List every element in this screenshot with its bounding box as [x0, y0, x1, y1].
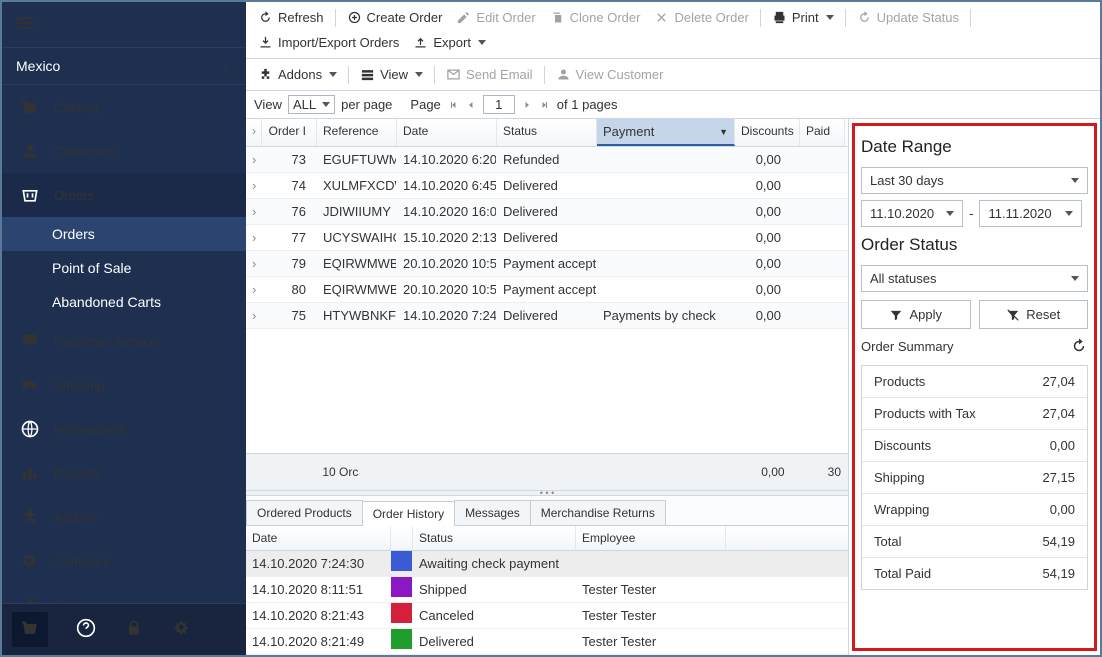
col-payment[interactable]: Payment▼ (All) (Custom...) Bank transfer…	[597, 119, 735, 146]
col-expand[interactable]: ›	[246, 119, 262, 146]
edit-order-button: Edit Order	[450, 6, 541, 29]
sidebar-bottom-bar	[2, 603, 246, 655]
update-status-button: Update Status	[851, 6, 965, 29]
create-order-button[interactable]: Create Order	[341, 6, 449, 29]
col-date[interactable]: Date	[397, 119, 497, 146]
sidebar-sub-item[interactable]: Point of Sale	[2, 251, 246, 285]
sidebar-item-customers[interactable]: Customers	[2, 129, 246, 173]
summary-row: Discounts0,00	[862, 430, 1087, 462]
send-email-button: Send Email	[440, 63, 538, 86]
date-from[interactable]: 11.10.2020	[861, 200, 963, 227]
history-row[interactable]: 14.10.2020 8:21:49DeliveredTester Tester	[246, 629, 848, 655]
order-summary-heading: Order Summary	[861, 337, 1088, 355]
pager: View ALL per page Page of 1 pages	[246, 91, 1100, 119]
sidebar: Mexico Catalog Customers Orders OrdersPo…	[2, 2, 246, 655]
page-size-select[interactable]: ALL	[288, 95, 335, 114]
table-row[interactable]: ›75HTYWBNKFT14.10.2020 7:24:29DeliveredP…	[246, 303, 848, 329]
detail-tab[interactable]: Ordered Products	[246, 500, 363, 525]
detail-tab[interactable]: Merchandise Returns	[530, 500, 666, 525]
date-range-select[interactable]: Last 30 days	[861, 167, 1088, 194]
summary-row: Products27,04	[862, 366, 1087, 398]
sidebar-item-tools[interactable]: Tools	[2, 583, 246, 603]
grid-body: ›73EGUFTUWMF14.10.2020 6:20:37Refunded0,…	[246, 147, 848, 329]
order-status-heading: Order Status	[861, 235, 1088, 255]
archive-icon[interactable]	[12, 612, 48, 647]
date-to[interactable]: 11.11.2020	[979, 200, 1081, 227]
col-discounts[interactable]: Discounts	[735, 119, 800, 146]
reset-button[interactable]: Reset	[979, 300, 1089, 329]
page-input[interactable]	[483, 95, 515, 114]
sidebar-sub-item[interactable]: Orders	[2, 217, 246, 251]
col-status[interactable]: Status	[497, 119, 597, 146]
sidebar-item-international[interactable]: International	[2, 407, 246, 451]
next-page-icon[interactable]	[521, 99, 533, 111]
table-row[interactable]: ›79EQIRWMWB20.10.2020 10:55:27Payment ac…	[246, 251, 848, 277]
table-row[interactable]: ›80EQIRWMWB20.10.2020 10:55:27Payment ac…	[246, 277, 848, 303]
summary-row: Total Paid54,19	[862, 558, 1087, 589]
refresh-summary-icon[interactable]	[1070, 337, 1088, 355]
status-select[interactable]: All statuses	[861, 265, 1088, 292]
right-panel: Date Range Last 30 days 11.10.2020 - 11.…	[848, 119, 1100, 655]
prev-page-icon[interactable]	[465, 99, 477, 111]
first-page-icon[interactable]	[447, 99, 459, 111]
lock-icon[interactable]	[124, 618, 144, 641]
col-paid[interactable]: Paid	[800, 119, 845, 146]
last-page-icon[interactable]	[539, 99, 551, 111]
sidebar-sub-item[interactable]: Abandoned Carts	[2, 285, 246, 319]
sidebar-item-configure[interactable]: Configure	[2, 539, 246, 583]
delete-order-button: Delete Order	[648, 6, 754, 29]
table-row[interactable]: ›77UCYSWAIHO15.10.2020 2:13:38Delivered0…	[246, 225, 848, 251]
grid-header: › Order I Reference Date Status Payment▼…	[246, 119, 848, 147]
summary-table: Products27,04Products with Tax27,04Disco…	[861, 365, 1088, 590]
grid-footer: 10 Orc 0,00 30	[246, 453, 848, 490]
detail-tab[interactable]: Order History	[362, 501, 455, 526]
filter-icon: ▼	[719, 127, 728, 137]
region-label: Mexico	[16, 58, 60, 74]
history-row[interactable]: 14.10.2020 7:24:30Awaiting check payment	[246, 551, 848, 577]
refresh-button[interactable]: Refresh	[252, 6, 330, 29]
table-row[interactable]: ›76JDIWIIUMY14.10.2020 16:03:14Delivered…	[246, 199, 848, 225]
export-button[interactable]: Export	[407, 31, 492, 54]
gear-icon[interactable]	[172, 618, 192, 641]
detail-tabs: Ordered ProductsOrder HistoryMessagesMer…	[246, 496, 848, 526]
sidebar-item-customer-service[interactable]: Customer Service	[2, 319, 246, 363]
sidebar-item-catalog[interactable]: Catalog	[2, 85, 246, 129]
summary-row: Wrapping0,00	[862, 494, 1087, 526]
history-row[interactable]: 14.10.2020 8:11:51ShippedTester Tester	[246, 577, 848, 603]
history-row[interactable]: 14.10.2020 8:21:43CanceledTester Tester	[246, 603, 848, 629]
clone-order-button: Clone Order	[544, 6, 647, 29]
view-customer-button: View Customer	[550, 63, 670, 86]
detail-tab[interactable]: Messages	[454, 500, 531, 525]
date-range-heading: Date Range	[861, 137, 1088, 157]
print-button[interactable]: Print	[766, 6, 840, 29]
detail-grid-header: Date Status Employee	[246, 526, 848, 551]
menu-toggle[interactable]	[2, 2, 246, 48]
summary-row: Products with Tax27,04	[862, 398, 1087, 430]
summary-row: Shipping27,15	[862, 462, 1087, 494]
view-button[interactable]: View	[354, 63, 429, 86]
sidebar-item-addons[interactable]: Addons	[2, 495, 246, 539]
help-icon[interactable]	[76, 618, 96, 641]
col-reference[interactable]: Reference	[317, 119, 397, 146]
import-export-button[interactable]: Import/Export Orders	[252, 31, 405, 54]
summary-row: Total54,19	[862, 526, 1087, 558]
table-row[interactable]: ›74XULMFXCDW14.10.2020 6:45:08Delivered0…	[246, 173, 848, 199]
sidebar-item-orders[interactable]: Orders	[2, 173, 246, 217]
apply-button[interactable]: Apply	[861, 300, 971, 329]
detail-grid-body: 14.10.2020 7:24:30Awaiting check payment…	[246, 551, 848, 655]
col-order-id[interactable]: Order I	[262, 119, 317, 146]
sidebar-item-reports[interactable]: Reports	[2, 451, 246, 495]
sidebar-item-shipping[interactable]: Shipping	[2, 363, 246, 407]
toolbar-primary: Refresh Create Order Edit Order Clone Or…	[246, 2, 1100, 59]
addons-button[interactable]: Addons	[252, 63, 343, 86]
toolbar-secondary: Addons View Send Email View Customer	[246, 59, 1100, 91]
region-selector[interactable]: Mexico	[2, 48, 246, 85]
table-row[interactable]: ›73EGUFTUWMF14.10.2020 6:20:37Refunded0,…	[246, 147, 848, 173]
